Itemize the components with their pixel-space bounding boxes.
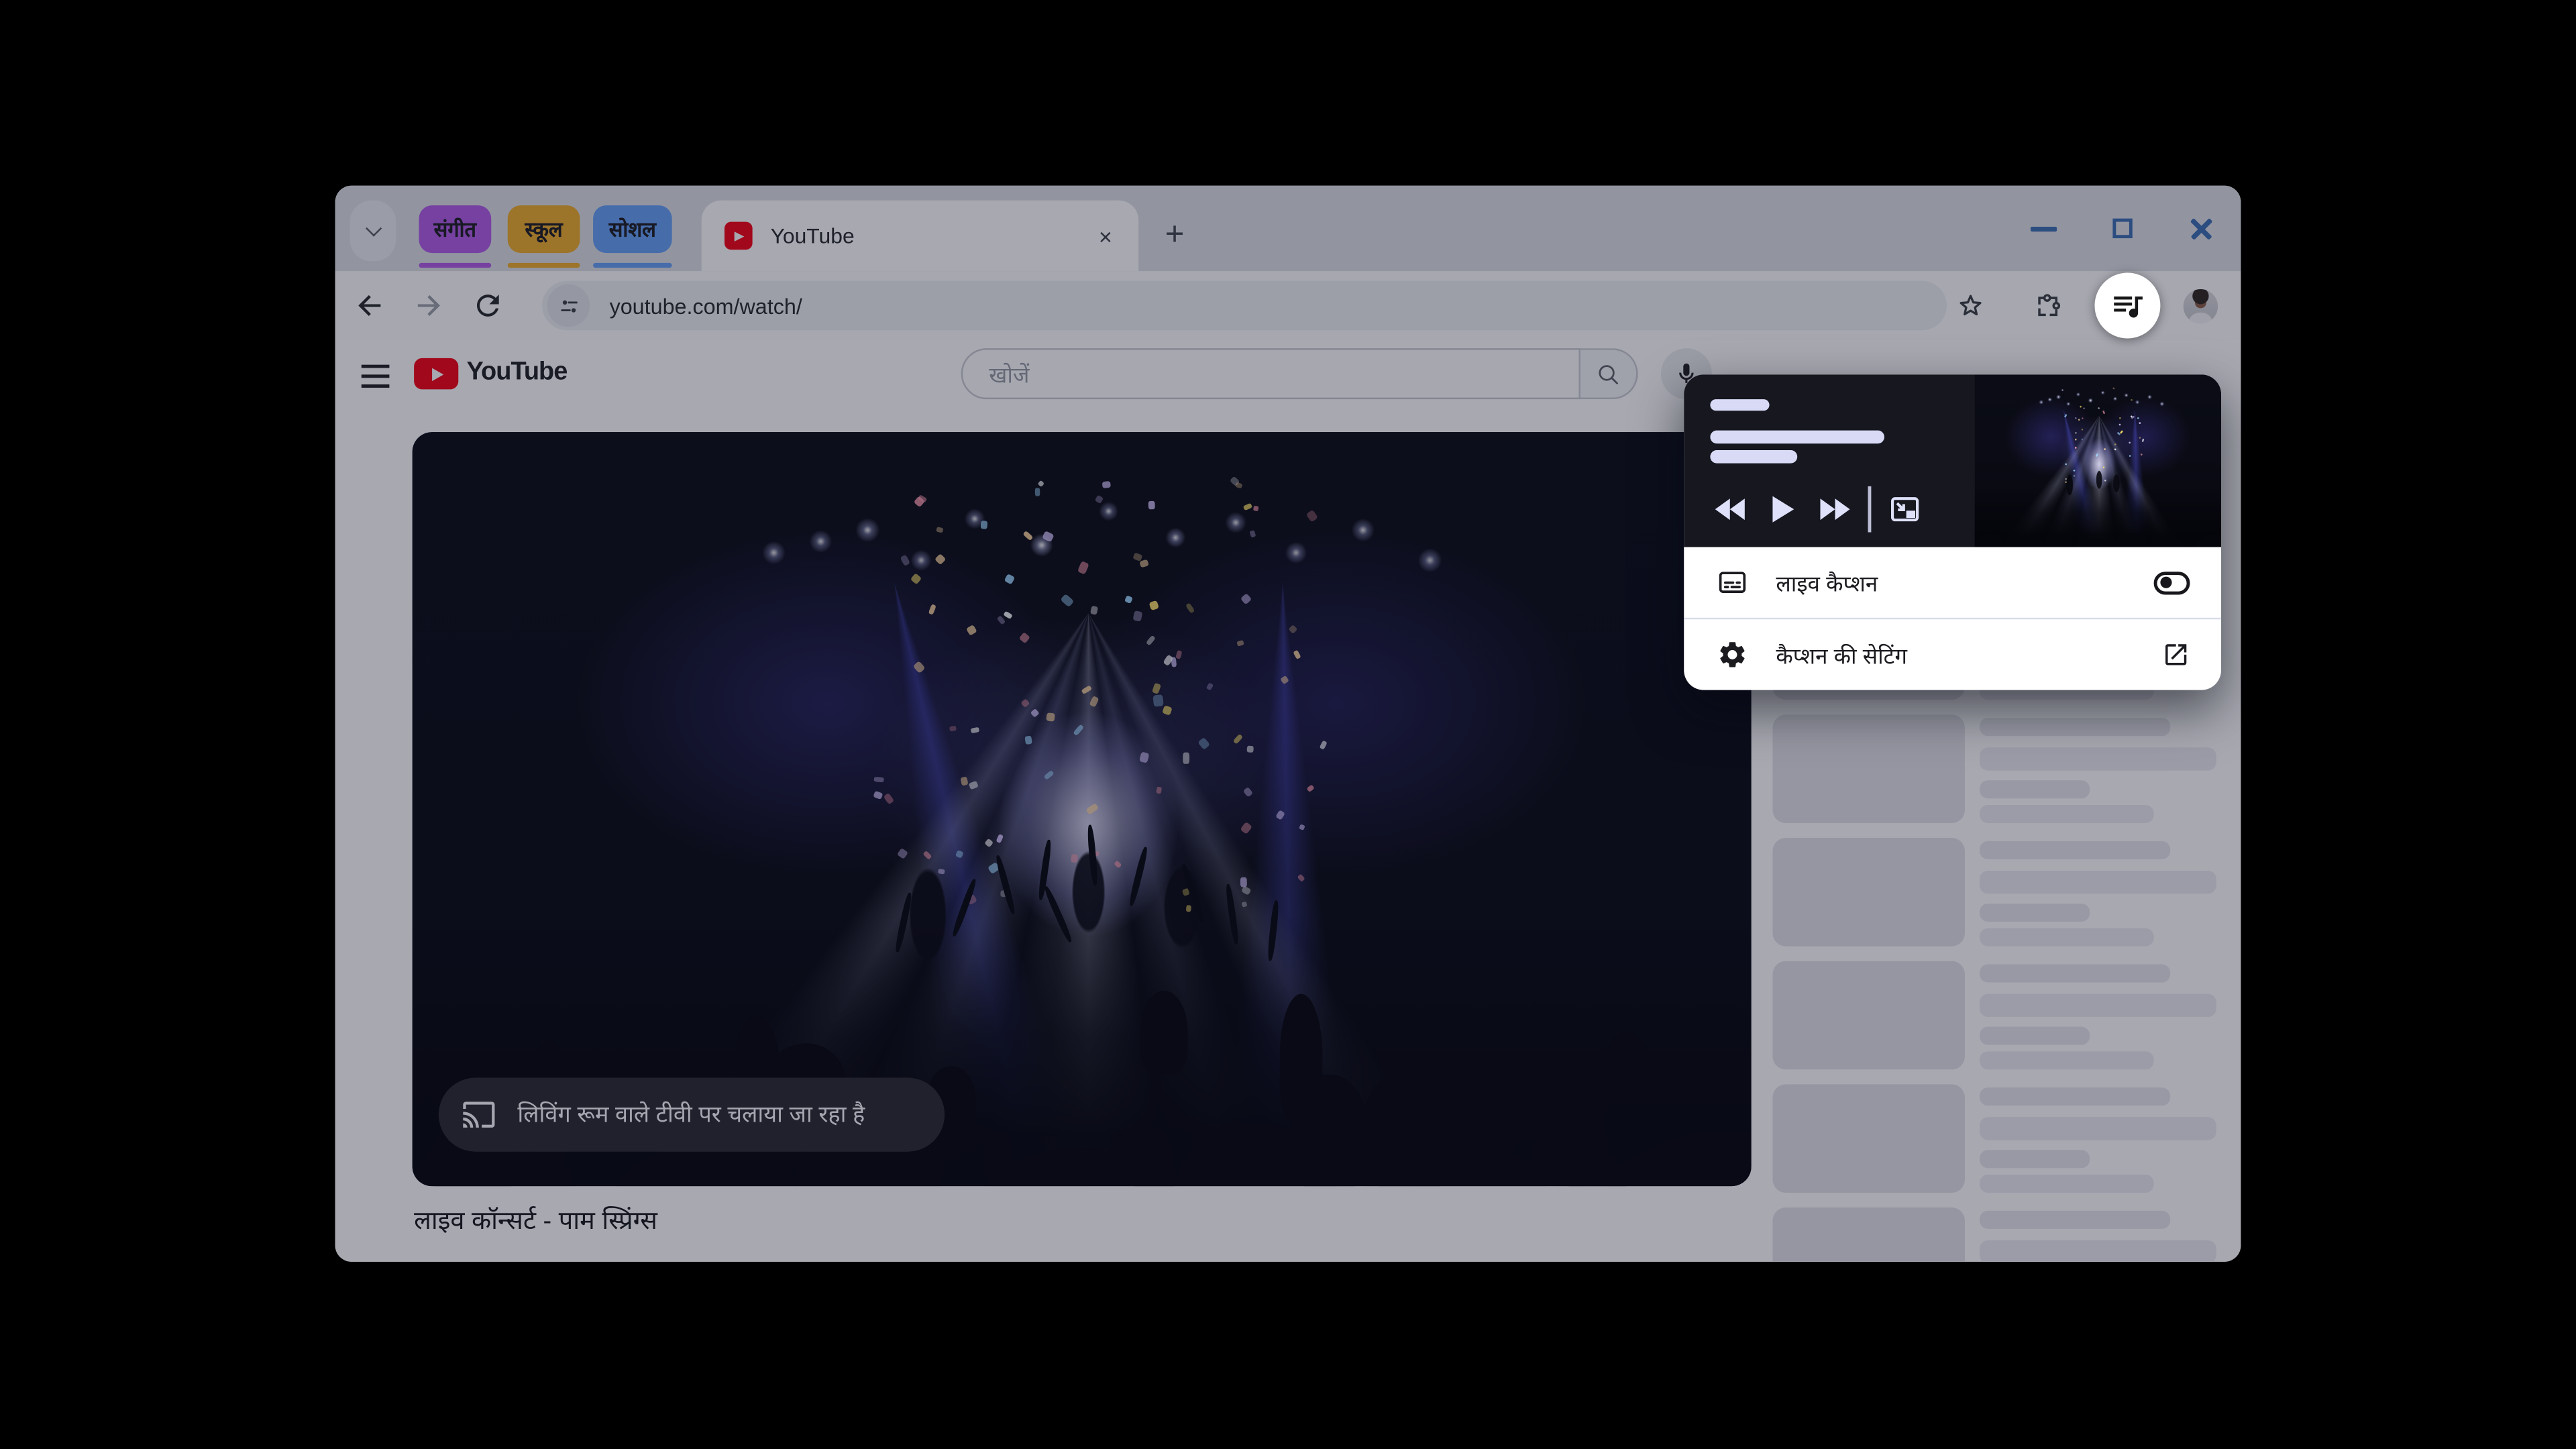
thumbnail-confetti (1975, 374, 2221, 547)
subtitles-icon (1719, 572, 1746, 593)
open-in-new-icon (2165, 644, 2187, 665)
queue-music-icon (2114, 297, 2143, 318)
dim-scrim (335, 185, 2241, 1262)
gear-icon (1720, 642, 1745, 667)
stage: संगीत स्कूल सोशल YouTube × + youtube.com… (0, 0, 2576, 1449)
live-caption-toggle[interactable] (2153, 571, 2190, 594)
controls-divider (1868, 486, 1871, 533)
media-controls-button[interactable] (2094, 272, 2161, 339)
media-popup-track-area (1684, 374, 2222, 547)
caption-settings-row[interactable]: कैप्शन की सेटिंग (1684, 619, 2221, 690)
track-skeleton-bar (1710, 399, 1770, 411)
media-popup: लाइव कैप्शन कैप्शन की सेटिंग (1684, 374, 2222, 690)
track-skeleton-bar (1710, 430, 1884, 444)
previous-track-button[interactable] (1713, 490, 1746, 529)
media-popup-thumbnail (1974, 374, 2222, 547)
track-skeleton-bar (1710, 450, 1798, 464)
toggle-knob (2159, 576, 2171, 588)
caption-settings-label: कैप्शन की सेटिंग (1776, 643, 1907, 668)
next-track-button[interactable] (1819, 490, 1851, 529)
live-caption-label: लाइव कैप्शन (1776, 571, 1878, 596)
picture-in-picture-button[interactable] (1888, 490, 1922, 529)
live-caption-row[interactable]: लाइव कैप्शन (1684, 547, 2221, 618)
play-button[interactable] (1771, 490, 1794, 529)
